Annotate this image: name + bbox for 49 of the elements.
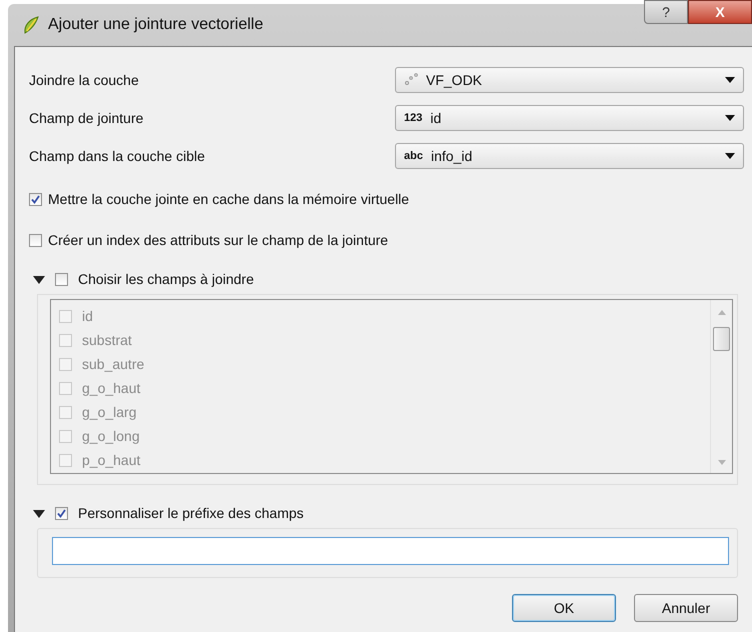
field-name: g_o_long — [82, 427, 140, 446]
checkbox[interactable] — [29, 193, 42, 206]
field-label: Joindre la couche — [29, 70, 139, 90]
checkbox[interactable] — [59, 382, 72, 395]
dropdown-arrow-icon — [725, 77, 735, 83]
field-name: id — [82, 306, 93, 326]
dropdown-value: VF_ODK — [426, 70, 484, 90]
dropdown[interactable]: abc info_id — [395, 143, 744, 169]
group-title: Choisir les champs à joindre — [78, 270, 254, 289]
point-layer-icon — [404, 73, 418, 87]
collapse-arrow-icon[interactable] — [33, 510, 45, 518]
dropdown[interactable]: VF_ODK — [395, 67, 744, 93]
dialog-button[interactable]: Annuler — [634, 594, 738, 622]
window-title: Ajouter une jointure vectorielle — [48, 15, 264, 35]
dropdown[interactable]: 123 id — [395, 105, 744, 131]
dropdown-arrow-icon — [725, 115, 735, 121]
field-label: Champ dans la couche cible — [29, 146, 205, 166]
field-type-label: abc — [404, 148, 423, 164]
checkbox[interactable] — [59, 454, 72, 468]
dropdown-value: id — [430, 108, 442, 128]
scroll-down-icon[interactable] — [718, 460, 726, 465]
prefix-input[interactable] — [52, 537, 729, 565]
field-name: g_o_haut — [82, 378, 140, 398]
scrollbar[interactable] — [710, 300, 732, 473]
checkbox[interactable] — [59, 406, 72, 420]
dropdown-value: info_id — [430, 146, 474, 166]
collapse-arrow-icon[interactable] — [33, 276, 45, 284]
scroll-up-icon[interactable] — [718, 310, 726, 315]
app-logo-icon — [22, 15, 40, 35]
field-name: g_o_larg — [82, 403, 136, 422]
checkbox[interactable] — [55, 273, 68, 286]
field-label: Champ de jointure — [29, 108, 144, 128]
checkbox[interactable] — [59, 358, 72, 371]
checkbox[interactable] — [55, 507, 68, 520]
help-button[interactable]: ? — [644, 0, 688, 24]
checkbox[interactable] — [59, 334, 72, 347]
option-label: Mettre la couche jointe en cache dans la mémoire virtuelle — [48, 190, 410, 209]
checkbox[interactable] — [29, 234, 42, 247]
field-name: substrat — [82, 330, 132, 350]
checkbox[interactable] — [59, 430, 72, 444]
scroll-thumb[interactable] — [713, 327, 730, 351]
dialog-button[interactable]: OK — [512, 594, 616, 622]
field-name: p_o_haut — [82, 451, 140, 470]
field-name: sub_autre — [82, 354, 144, 374]
field-type-label: 123 — [404, 110, 422, 126]
dropdown-arrow-icon — [725, 153, 735, 159]
option-label: Créer un index des attributs sur le champ de la jointure — [48, 231, 388, 250]
checkbox[interactable] — [59, 310, 72, 323]
group-title: Personnaliser le préfixe des champs — [78, 504, 304, 523]
